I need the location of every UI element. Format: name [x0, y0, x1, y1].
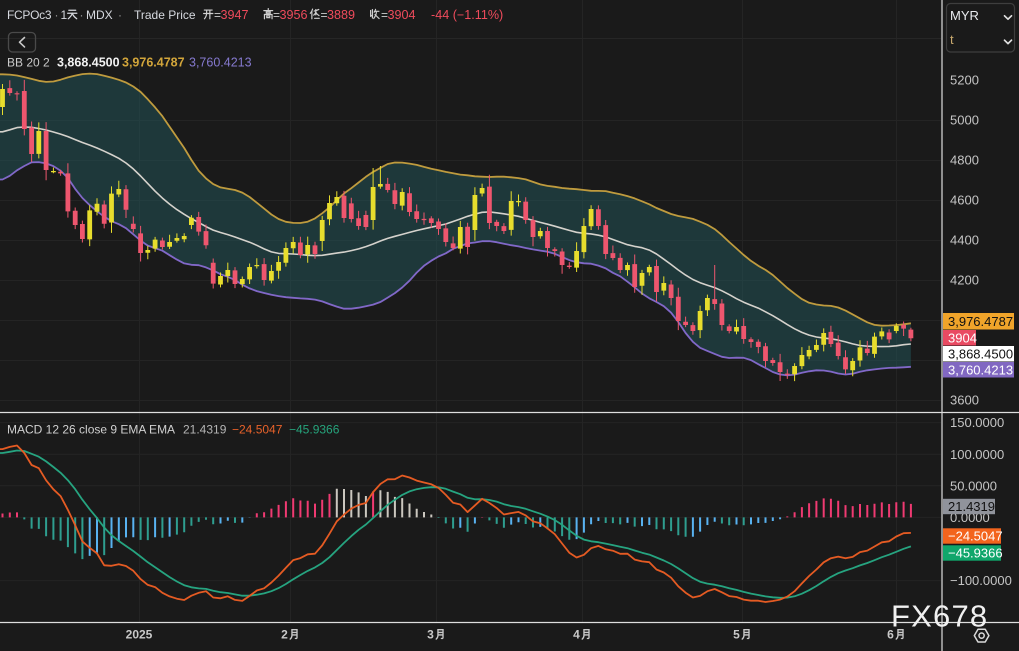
- svg-text:−45.9366: −45.9366: [289, 423, 340, 437]
- svg-text:4: 4: [573, 628, 580, 642]
- svg-text:5000: 5000: [950, 113, 979, 128]
- svg-text:50.0000: 50.0000: [950, 478, 997, 493]
- svg-text:4400: 4400: [950, 233, 979, 248]
- svg-text:MDX: MDX: [86, 8, 113, 22]
- svg-text:3,868.4500: 3,868.4500: [948, 346, 1013, 361]
- svg-text:−24.5047: −24.5047: [948, 529, 1003, 544]
- svg-text:3904: 3904: [388, 8, 416, 22]
- svg-text:3,976.4787: 3,976.4787: [948, 314, 1013, 329]
- svg-text:·: ·: [80, 8, 84, 22]
- svg-text:3,760.4213: 3,760.4213: [948, 362, 1013, 377]
- svg-text:4800: 4800: [950, 153, 979, 168]
- svg-text:3,868.4500: 3,868.4500: [57, 56, 120, 70]
- svg-text:21.4319: 21.4319: [948, 499, 995, 514]
- svg-text:−45.9366: −45.9366: [948, 546, 1003, 561]
- svg-text:−100.0000: −100.0000: [950, 573, 1012, 588]
- svg-text:5200: 5200: [950, 73, 979, 88]
- svg-text:1: 1: [61, 8, 68, 22]
- svg-text:−24.5047: −24.5047: [232, 423, 283, 437]
- svg-text:FX678: FX678: [891, 599, 988, 634]
- svg-text:·: ·: [118, 8, 122, 22]
- svg-text:4600: 4600: [950, 193, 979, 208]
- svg-text:2: 2: [281, 628, 288, 642]
- svg-text:3,760.4213: 3,760.4213: [189, 56, 252, 70]
- svg-text:150.0000: 150.0000: [950, 415, 1004, 430]
- svg-text:MYR: MYR: [950, 8, 979, 23]
- svg-text:3: 3: [427, 628, 434, 642]
- svg-text:5: 5: [733, 628, 740, 642]
- svg-text:MACD 12 26 close 9 EMA EMA: MACD 12 26 close 9 EMA EMA: [7, 423, 175, 437]
- svg-text:FCPOc3: FCPOc3: [7, 8, 52, 22]
- svg-text:100.0000: 100.0000: [950, 447, 1004, 462]
- svg-text:3947: 3947: [221, 8, 249, 22]
- svg-text:2025: 2025: [126, 628, 153, 642]
- svg-text:3600: 3600: [950, 393, 979, 408]
- svg-text:Trade Price: Trade Price: [134, 8, 196, 22]
- svg-text:3904: 3904: [948, 330, 977, 345]
- svg-text:t: t: [950, 32, 954, 47]
- svg-text:BB 20 2: BB 20 2: [7, 56, 50, 70]
- svg-text:-44 (−1.11%): -44 (−1.11%): [431, 8, 503, 22]
- svg-text:3956: 3956: [280, 8, 308, 22]
- svg-text:3,976.4787: 3,976.4787: [122, 56, 185, 70]
- svg-text:4200: 4200: [950, 273, 979, 288]
- svg-text:3889: 3889: [327, 8, 355, 22]
- svg-text:·: ·: [55, 8, 59, 22]
- svg-text:21.4319: 21.4319: [183, 423, 227, 437]
